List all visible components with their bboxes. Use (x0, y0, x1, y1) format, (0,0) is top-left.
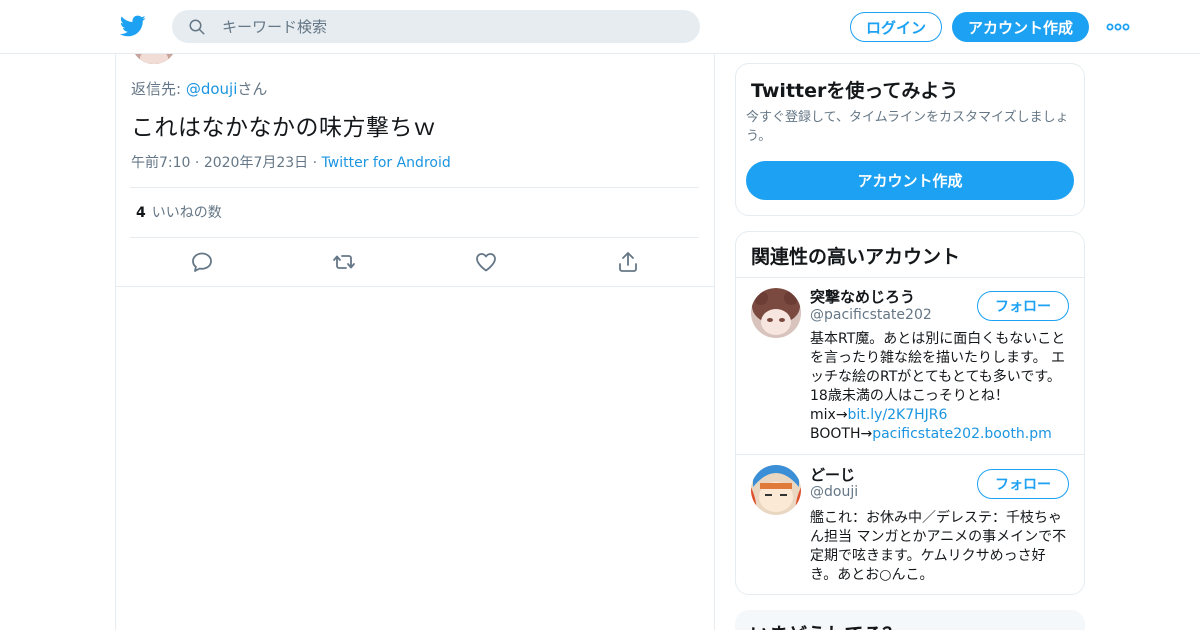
more-dots-icon[interactable] (1106, 18, 1130, 36)
tweet-text: これはなかなかの味方撃ちｗ (131, 115, 437, 141)
meta-separator: · (312, 155, 322, 171)
account-handle[interactable]: @pacificstate202 (810, 307, 932, 323)
account-name[interactable]: 突撃なめじろう (810, 286, 915, 307)
related-accounts-card: 関連性の高いアカウント 突撃なめじろう @pacificstate202 フォロ… (735, 231, 1085, 595)
divider (130, 187, 699, 188)
avatar[interactable] (751, 288, 801, 338)
twitter-bird-icon[interactable] (120, 13, 146, 39)
trends-card-title: いまどうしてる？ (750, 620, 901, 630)
signup-card-description: 今すぐ登録して、タイムラインをカスタマイズしましょう。 (746, 110, 1069, 144)
search-input[interactable] (222, 10, 682, 43)
follow-button[interactable]: フォロー (977, 291, 1069, 321)
divider (130, 237, 699, 238)
share-icon[interactable] (616, 250, 640, 274)
signup-button[interactable]: アカウント作成 (952, 12, 1089, 42)
account-bio: 基本RT魔。あとは別に面白くもないことを言ったり雑な絵を描いたりします。 エッチ… (810, 330, 1072, 444)
related-accounts-title: 関連性の高いアカウント (751, 246, 961, 268)
bio-link[interactable]: bit.ly/2K7HJR6 (848, 407, 948, 423)
signup-card: Twitterを使ってみよう 今すぐ登録して、タイムラインをカスタマイズしましょ… (735, 63, 1085, 216)
bio-link[interactable]: pacificstate202.booth.pm (872, 426, 1052, 442)
search-bar[interactable] (172, 10, 700, 43)
top-navigation-bar: ログイン アカウント作成 (0, 0, 1200, 54)
tweet-date[interactable]: 2020年7月23日 (204, 155, 308, 171)
likes-count[interactable]: 4 いいねの数 (136, 202, 222, 222)
like-icon[interactable] (474, 250, 498, 274)
retweet-icon[interactable] (332, 250, 356, 274)
bio-text: BOOTH→ (810, 426, 873, 442)
meta-separator: · (194, 155, 204, 171)
trends-card: いまどうしてる？ (735, 610, 1085, 630)
divider (116, 286, 714, 287)
divider (736, 454, 1084, 455)
reply-icon[interactable] (190, 250, 214, 274)
signup-card-button[interactable]: アカウント作成 (746, 161, 1074, 200)
tweet-time[interactable]: 午前7:10 (131, 155, 190, 171)
likes-label: いいねの数 (151, 205, 222, 221)
tweet-source-link[interactable]: Twitter for Android (322, 155, 451, 171)
divider (736, 277, 1084, 278)
avatar[interactable] (751, 465, 801, 515)
login-button[interactable]: ログイン (850, 12, 942, 42)
tweet-meta: 午前7:10 · 2020年7月23日 · Twitter for Androi… (131, 152, 451, 172)
signup-card-title: Twitterを使ってみよう (751, 80, 959, 102)
account-bio: 艦これ：お休み中／デレステ：千枝ちゃん担当 マンガとかアニメの事メインで不定期で… (810, 510, 1067, 583)
account-handle[interactable]: @douji (810, 484, 858, 500)
account-name[interactable]: どーじ (810, 464, 855, 485)
likes-number: 4 (136, 205, 146, 221)
reply-mention-link[interactable]: @douji (186, 80, 238, 98)
reply-suffix: さん (237, 80, 268, 98)
search-icon (189, 19, 205, 35)
reply-prefix: 返信先: (131, 80, 186, 98)
reply-to-line: 返信先: @doujiさん (131, 78, 267, 99)
follow-button[interactable]: フォロー (977, 469, 1069, 499)
